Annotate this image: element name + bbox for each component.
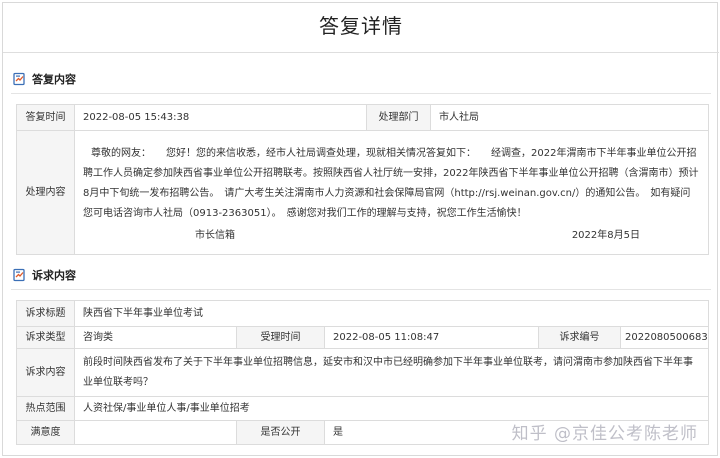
dept-label: 处理部门 (366, 104, 431, 131)
request-number-value: 2022080500683 (619, 326, 710, 349)
reply-content-label: 处理内容 (16, 130, 75, 255)
request-content-label: 诉求内容 (16, 348, 75, 397)
reply-content-text: 尊敬的网友： 您好！您的来信收悉，经市人社局调查处理，现就相关情况答复如下： 经… (83, 147, 699, 219)
reply-section-title: 答复内容 (32, 73, 76, 86)
hotspot-label: 热点范围 (16, 396, 75, 421)
reply-time-label: 答复时间 (16, 104, 75, 131)
document-edit-icon (13, 268, 27, 282)
satisfaction-value (74, 420, 237, 445)
request-content-text: 前段时间陕西省发布了关于下半年事业单位招聘信息，延安市和汉中市已经明确参加下半年… (83, 356, 693, 388)
satisfaction-label: 满意度 (16, 420, 75, 445)
accept-time-value: 2022-08-05 11:08:47 (324, 326, 539, 349)
divider (11, 93, 711, 94)
page-title: 答复详情 (3, 3, 719, 53)
request-section-heading: 诉求内容 (13, 265, 76, 285)
reply-table: 答复时间 2022-08-05 15:43:38 处理部门 市人社局 处理内容 … (16, 104, 709, 255)
request-type-value: 咨询类 (74, 326, 237, 349)
document-edit-icon (13, 72, 27, 86)
reply-signature: 市长信箱 (195, 229, 235, 241)
reply-section-heading: 答复内容 (13, 69, 76, 89)
request-content-cell: 前段时间陕西省发布了关于下半年事业单位招聘信息，延安市和汉中市已经明确参加下半年… (73, 348, 710, 397)
reply-time-value: 2022-08-05 15:43:38 (74, 104, 367, 131)
request-type-label: 诉求类型 (16, 326, 75, 349)
hotspot-value: 人资社保/事业单位人事/事业单位招考 (73, 396, 710, 421)
public-label: 是否公开 (236, 420, 325, 445)
reply-signature-row: 市长信箱 2022年8月5日 (83, 226, 700, 246)
reply-date: 2022年8月5日 (571, 229, 640, 241)
request-title-value: 陕西省下半年事业单位考试 (73, 300, 710, 327)
request-section-title: 诉求内容 (32, 269, 76, 282)
request-number-label: 诉求编号 (538, 326, 621, 349)
page-frame: 答复详情 答复内容 答复时间 2022-08-05 15:43:38 处理部门 … (2, 2, 719, 456)
reply-content-cell: 尊敬的网友： 您好！您的来信收悉，经市人社局调查处理，现就相关情况答复如下： 经… (74, 130, 709, 255)
accept-time-label: 受理时间 (236, 326, 325, 349)
dept-value: 市人社局 (430, 104, 709, 131)
request-title-label: 诉求标题 (16, 300, 75, 327)
watermark: 知乎 @京佳公考陈老师 (511, 424, 698, 444)
divider (11, 289, 711, 290)
